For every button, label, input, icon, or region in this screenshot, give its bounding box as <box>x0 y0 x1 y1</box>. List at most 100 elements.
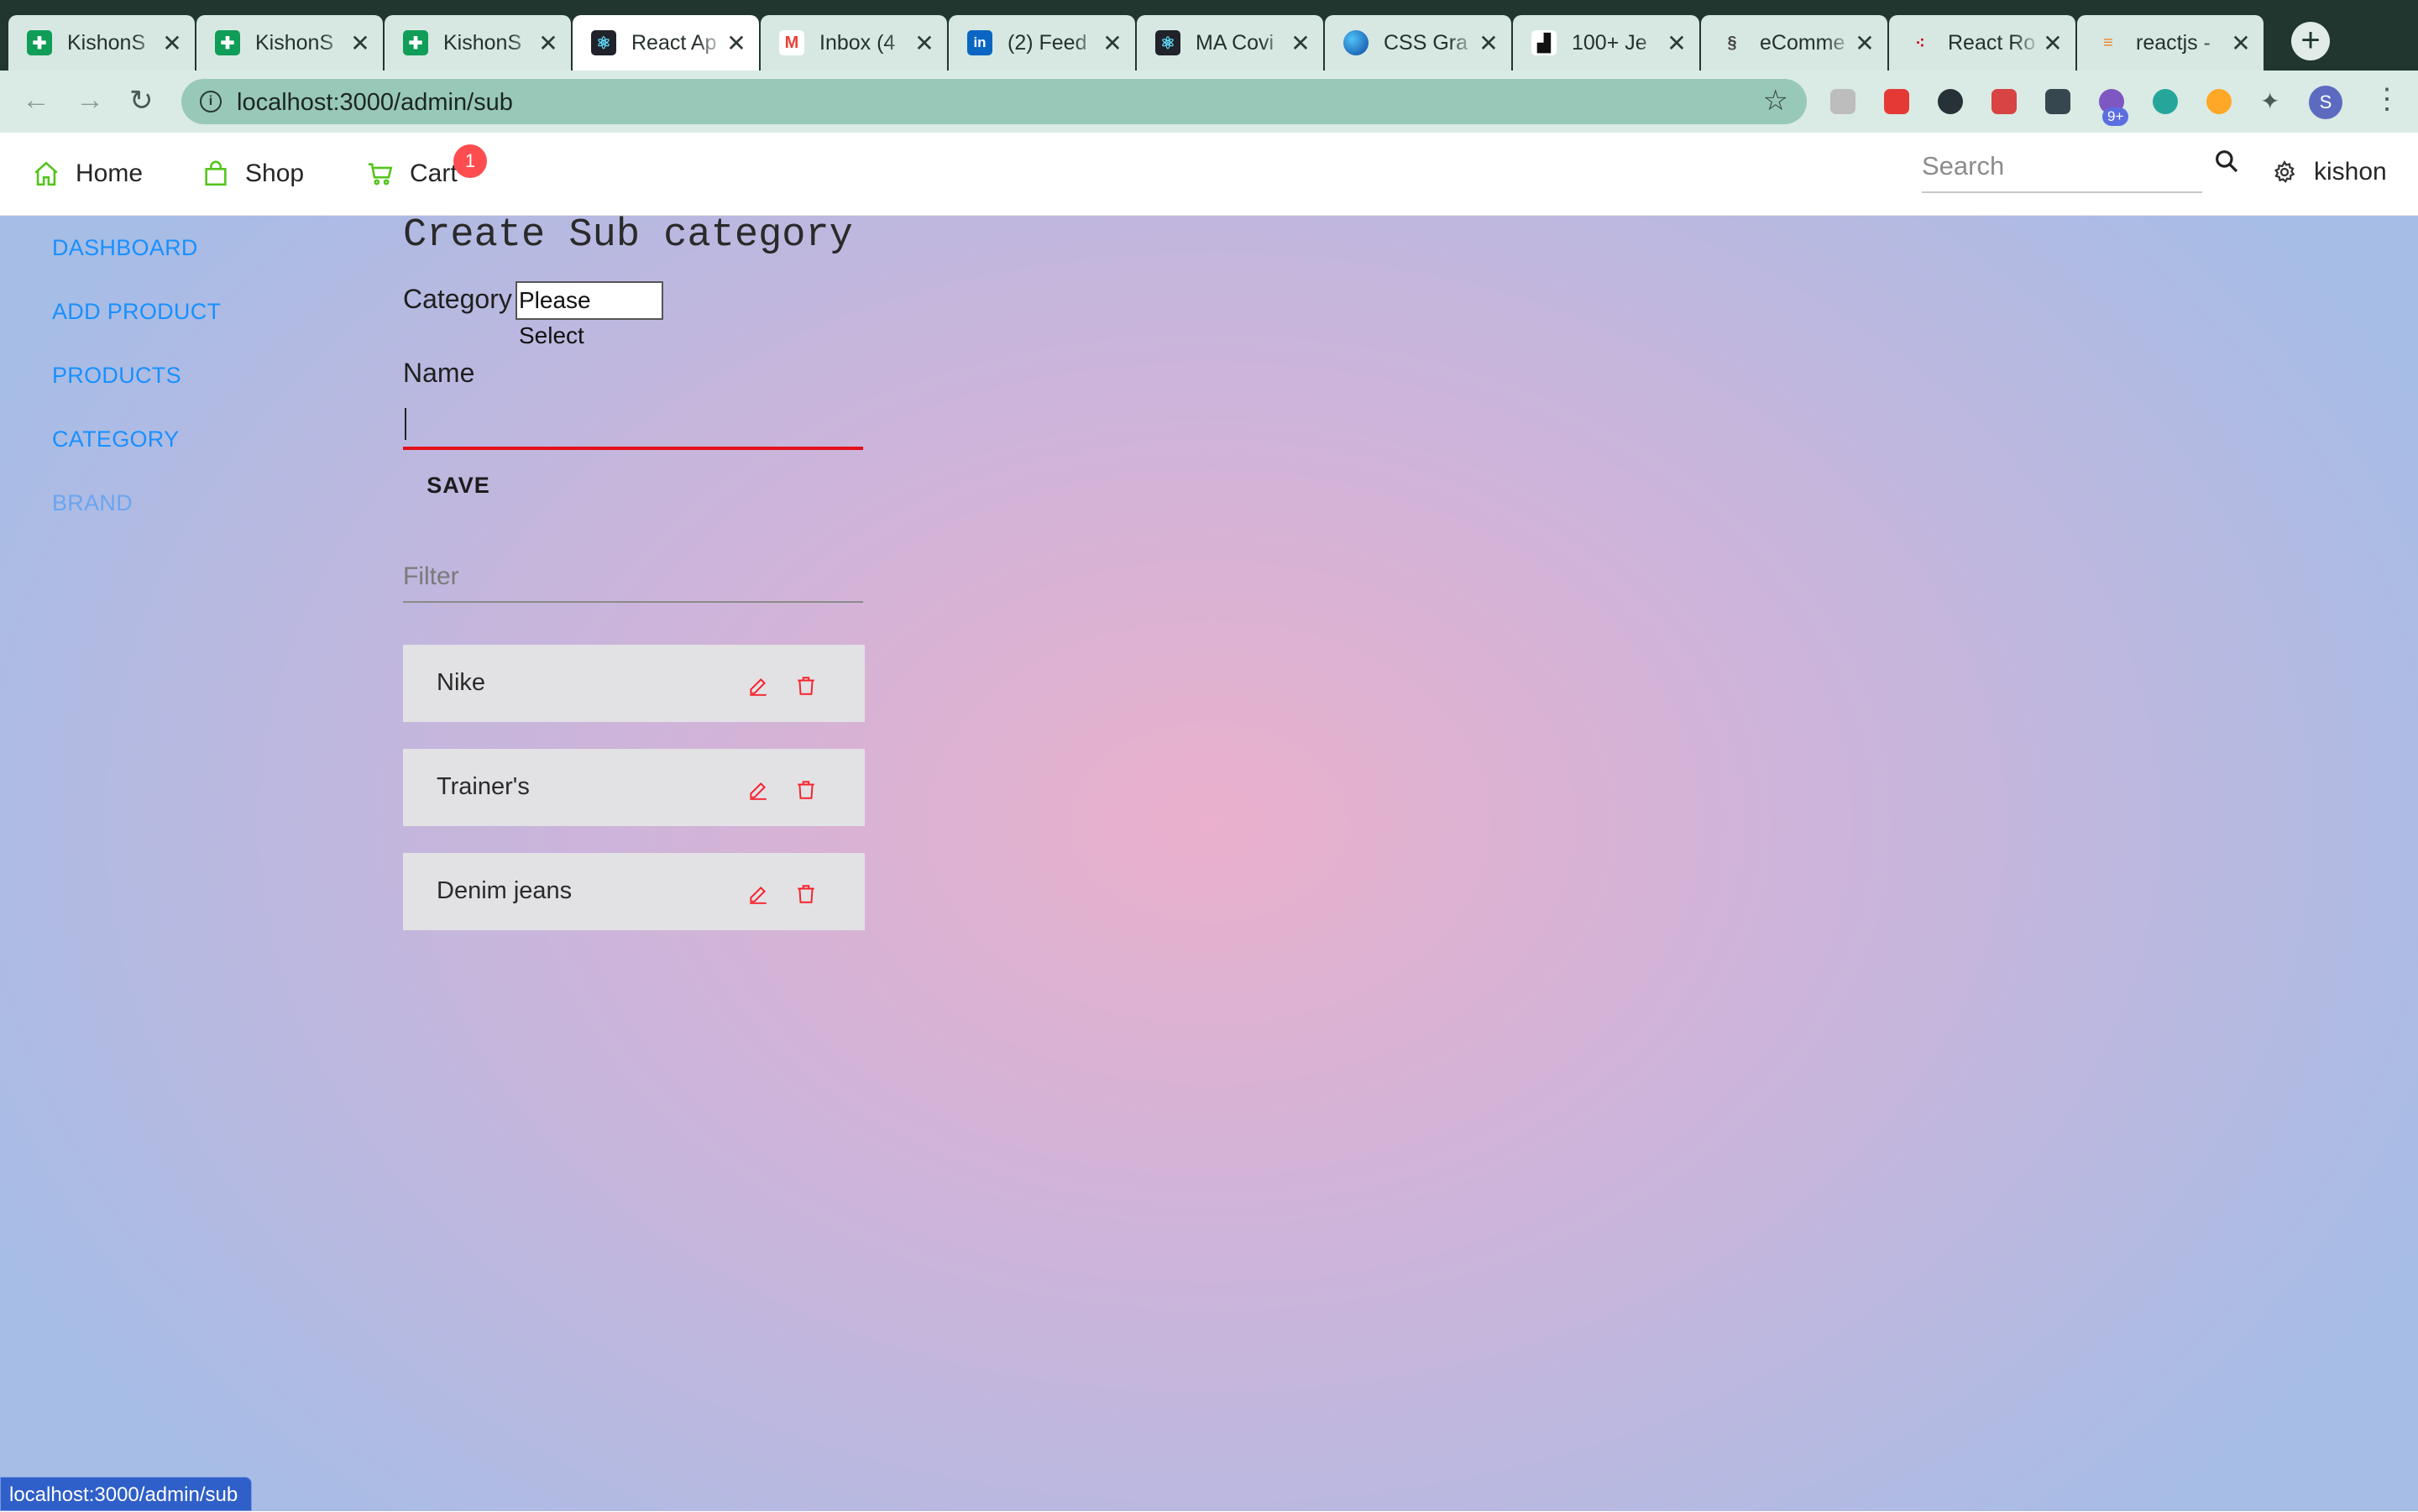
google-sheets-icon: ✚ <box>27 30 52 55</box>
close-icon[interactable]: ✕ <box>913 29 935 57</box>
nav-home-label: Home <box>76 160 144 187</box>
sidebar-item-category[interactable]: CATEGORY <box>52 426 179 453</box>
nav-cart[interactable]: Cart <box>366 160 458 188</box>
info-icon[interactable]: i <box>200 91 222 112</box>
tab-title: KishonS <box>255 30 334 55</box>
close-icon[interactable]: ✕ <box>349 29 371 57</box>
extension-badge: 9+ <box>2102 107 2129 126</box>
url-text[interactable]: localhost:3000/admin/sub <box>237 89 513 117</box>
sub-category-name: Denim jeans <box>437 877 573 904</box>
squarespace-icon: § <box>1727 33 1737 52</box>
close-icon[interactable]: ✕ <box>2042 29 2064 57</box>
extension-icon[interactable] <box>1991 89 2017 114</box>
tab-title: KishonS <box>443 30 522 55</box>
browser-tab[interactable]: ≡ reactjs - ✕ <box>2077 15 2264 71</box>
nav-home[interactable]: Home <box>32 160 143 188</box>
tab-title: eComme <box>1760 30 1845 55</box>
home-icon <box>34 161 58 186</box>
sub-category-row: Nike <box>403 645 865 722</box>
back-arrow-icon[interactable]: ← <box>22 84 50 117</box>
address-bar[interactable]: i localhost:3000/admin/sub ☆ <box>181 79 1807 124</box>
tab-title: React Ap <box>631 30 717 55</box>
save-button[interactable]: SAVE <box>403 460 514 510</box>
search-icon[interactable] <box>2213 148 2240 175</box>
sidebar-item-brand[interactable]: BRAND <box>52 490 133 516</box>
page-content: Home Shop Cart 1 kishon <box>0 133 2418 1511</box>
extension-icon[interactable] <box>1938 89 1963 114</box>
browser-tab[interactable]: ✚ KishonS ✕ <box>8 15 195 71</box>
edit-icon[interactable] <box>747 883 769 905</box>
browser-tab-active[interactable]: ⚛ React Ap ✕ <box>573 15 759 71</box>
browser-tab[interactable]: § eComme ✕ <box>1701 15 1887 71</box>
css-gradient-icon <box>1343 30 1369 55</box>
delete-icon[interactable] <box>795 779 817 801</box>
extension-icon[interactable] <box>2206 89 2232 114</box>
search-input[interactable] <box>1922 151 2190 181</box>
gmail-icon: M <box>779 30 804 55</box>
filter-input[interactable] <box>403 562 856 591</box>
browser-tab[interactable]: in (2) Feed ✕ <box>949 15 1135 71</box>
close-icon[interactable]: ✕ <box>537 29 559 57</box>
category-label: Category <box>403 284 512 314</box>
category-select[interactable]: Please Select <box>516 281 663 348</box>
status-bar-url: localhost:3000/admin/sub <box>0 1477 253 1511</box>
edit-icon[interactable] <box>747 779 769 801</box>
sub-category-row: Denim jeans <box>403 853 865 930</box>
nav-shop[interactable]: Shop <box>202 160 304 188</box>
reload-icon[interactable]: ↻ <box>129 84 154 118</box>
delete-icon[interactable] <box>795 675 817 697</box>
close-icon[interactable]: ✕ <box>1854 29 1876 57</box>
shopping-cart-icon <box>368 163 393 186</box>
browser-tab[interactable]: ✚ KishonS ✕ <box>196 15 383 71</box>
puzzle-icon[interactable]: ✦ <box>2260 89 2285 114</box>
react-icon: ⚛ <box>591 30 616 55</box>
close-icon[interactable]: ✕ <box>2230 29 2252 57</box>
browser-tab[interactable]: ⚛ MA Covi ✕ <box>1137 15 1323 71</box>
close-icon[interactable]: ✕ <box>1102 29 1123 57</box>
search-field[interactable] <box>1922 151 2202 193</box>
sub-category-name: Trainer's <box>437 773 530 800</box>
extension-icon[interactable] <box>1830 89 1855 114</box>
browser-tab[interactable]: M Inbox (4 ✕ <box>761 15 947 71</box>
close-icon[interactable]: ✕ <box>1666 29 1688 57</box>
tab-title: KishonS <box>67 30 146 55</box>
cart-count-badge: 1 <box>453 144 487 178</box>
browser-tab[interactable]: ⁖ React Ro ✕ <box>1889 15 2075 71</box>
unsplash-icon: ▟ <box>1531 30 1557 55</box>
edit-icon[interactable] <box>747 675 769 697</box>
delete-icon[interactable] <box>795 883 817 905</box>
name-input[interactable] <box>403 405 863 450</box>
close-icon[interactable]: ✕ <box>725 29 747 57</box>
sidebar-item-add-product[interactable]: ADD PRODUCT <box>52 299 221 325</box>
top-nav: Home Shop Cart 1 kishon <box>0 133 2418 216</box>
profile-avatar[interactable]: S <box>2309 86 2342 119</box>
page-title: Create Sub category <box>403 213 853 258</box>
close-icon[interactable]: ✕ <box>1478 29 1499 57</box>
extension-icon[interactable] <box>2153 89 2178 114</box>
browser-tab[interactable]: CSS Gra ✕ <box>1325 15 1511 71</box>
tab-title: Inbox (4 <box>819 30 896 55</box>
react-icon: ⚛ <box>1155 30 1180 55</box>
filter-field[interactable] <box>403 559 863 603</box>
browser-tab[interactable]: ✚ KishonS ✕ <box>385 15 571 71</box>
bookmark-star-icon[interactable]: ☆ <box>1763 84 1788 118</box>
extension-icon[interactable] <box>1884 89 1909 114</box>
sub-category-row: Trainer's <box>403 749 865 826</box>
extension-icon[interactable] <box>2045 89 2070 114</box>
google-sheets-icon: ✚ <box>215 30 240 55</box>
new-tab-button[interactable]: + <box>2291 22 2330 60</box>
user-menu[interactable]: kishon <box>2272 158 2387 186</box>
sidebar-item-dashboard[interactable]: DASHBOARD <box>52 235 198 261</box>
shopping-bag-icon <box>205 160 227 186</box>
stackoverflow-icon: ≡ <box>2103 33 2113 52</box>
username-label: kishon <box>2314 158 2387 186</box>
browser-tab-strip: ✚ KishonS ✕ ✚ KishonS ✕ ✚ KishonS ✕ ⚛ Re… <box>0 0 2418 71</box>
browser-tab[interactable]: ▟ 100+ Je ✕ <box>1513 15 1699 71</box>
browser-menu-icon[interactable]: ⋮ <box>2373 82 2401 116</box>
sidebar-item-products[interactable]: PRODUCTS <box>52 363 181 389</box>
close-icon[interactable]: ✕ <box>1290 29 1311 57</box>
forward-arrow-icon[interactable]: → <box>76 84 104 117</box>
tab-title: (2) Feed <box>1008 30 1087 55</box>
linkedin-icon: in <box>967 30 992 55</box>
close-icon[interactable]: ✕ <box>161 29 183 57</box>
